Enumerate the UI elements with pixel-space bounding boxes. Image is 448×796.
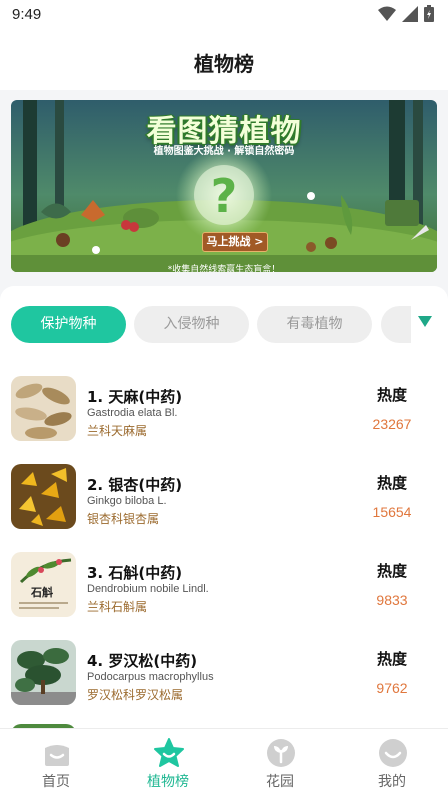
filter-chip-poisonous[interactable]: 有毒植物 — [257, 306, 372, 343]
plant-list: 1. 天麻(中药) Gastrodia elata Bl. 兰科天麻属 热度 2… — [0, 356, 448, 728]
start-challenge-button[interactable]: 马上挑战 > — [202, 232, 268, 252]
plant-family: 罗汉松科罗汉松属 — [87, 688, 184, 702]
list-item[interactable]: 2. 银杏(中药) Ginkgo biloba L. 银杏科银杏属 热度 156… — [0, 444, 448, 532]
battery-icon — [424, 5, 434, 22]
plant-latin-name: Dendrobium nobile Lindl. — [87, 583, 209, 595]
challenge-banner[interactable]: ? 看图猜植物 植物图鉴大挑战 · 解锁自然密码 马上挑战 > *收集自然线索赢… — [11, 100, 437, 272]
list-item[interactable]: 石斛 3. 石斛(中药) Dendrobium nobile Lindl. 兰科… — [0, 532, 448, 620]
filter-dropdown-button[interactable] — [411, 306, 448, 343]
list-item[interactable]: 4. 罗汉松(中药) Podocarpus macrophyllus 罗汉松科罗… — [0, 620, 448, 708]
thumbnail-caption: 石斛 — [30, 585, 53, 599]
plant-family: 银杏科银杏属 — [87, 512, 160, 526]
filter-chip-more[interactable] — [381, 306, 411, 343]
heat-label: 热度 — [376, 650, 407, 668]
heat-value: 23267 — [372, 416, 412, 432]
plant-thumbnail: 石斛 — [11, 552, 76, 617]
filter-chip-invasive[interactable]: 入侵物种 — [134, 306, 249, 343]
plant-thumbnail — [11, 464, 76, 529]
header: 植物榜 — [0, 32, 448, 90]
list-item[interactable]: 1. 天麻(中药) Gastrodia elata Bl. 兰科天麻属 热度 2… — [0, 356, 448, 444]
plant-latin-name: Ginkgo biloba L. — [87, 495, 167, 507]
triangle-down-icon — [418, 316, 432, 327]
heat-value: 9762 — [376, 680, 408, 696]
plant-latin-name: Gastrodia elata Bl. — [87, 407, 178, 419]
plant-family: 兰科天麻属 — [87, 424, 148, 438]
plant-name: 3. 石斛(中药) — [87, 564, 183, 582]
plant-name: 2. 银杏(中药) — [87, 476, 183, 494]
heat-label: 热度 — [376, 474, 407, 492]
tab-plant-rank[interactable]: 植物榜 — [112, 729, 224, 796]
list-item-partial[interactable] — [0, 708, 448, 728]
wifi-icon — [378, 6, 396, 21]
tab-label: 首页 — [42, 774, 70, 790]
banner-subtitle: 植物图鉴大挑战 · 解锁自然密码 — [153, 146, 295, 157]
status-time: 9:49 — [12, 6, 42, 23]
tab-label: 花园 — [266, 774, 294, 790]
tab-profile[interactable]: 我的 — [336, 729, 448, 796]
plant-thumbnail — [11, 376, 76, 441]
sprout-icon — [267, 739, 295, 767]
star-icon — [154, 738, 184, 767]
heat-label: 热度 — [376, 386, 407, 404]
heat-value: 15654 — [372, 504, 412, 520]
status-icons — [378, 5, 434, 22]
signal-icon — [402, 5, 418, 22]
plant-family: 兰科石斛属 — [87, 600, 148, 614]
tab-garden[interactable]: 花园 — [224, 729, 336, 796]
home-icon — [45, 745, 69, 766]
profile-icon — [379, 739, 407, 767]
tab-label: 我的 — [378, 774, 406, 790]
heat-label: 热度 — [376, 562, 407, 580]
plant-name: 1. 天麻(中药) — [87, 388, 183, 406]
status-bar: 9:49 — [0, 0, 448, 32]
svg-text:?: ? — [211, 169, 238, 223]
filter-chip-protected[interactable]: 保护物种 — [11, 306, 126, 343]
heat-value: 9833 — [376, 592, 408, 608]
plant-latin-name: Podocarpus macrophyllus — [87, 671, 214, 683]
page-title: 植物榜 — [194, 52, 254, 76]
plant-thumbnail — [11, 640, 76, 705]
filter-row: 保护物种 入侵物种 有毒植物 — [0, 286, 448, 356]
bottom-tab-bar: 首页 植物榜 花园 我的 — [0, 728, 448, 796]
tab-label: 植物榜 — [147, 774, 189, 790]
tab-home[interactable]: 首页 — [0, 729, 112, 796]
plant-name: 4. 罗汉松(中药) — [87, 652, 198, 670]
banner-caption: *收集自然线索赢生态盲盒！ — [167, 265, 281, 272]
